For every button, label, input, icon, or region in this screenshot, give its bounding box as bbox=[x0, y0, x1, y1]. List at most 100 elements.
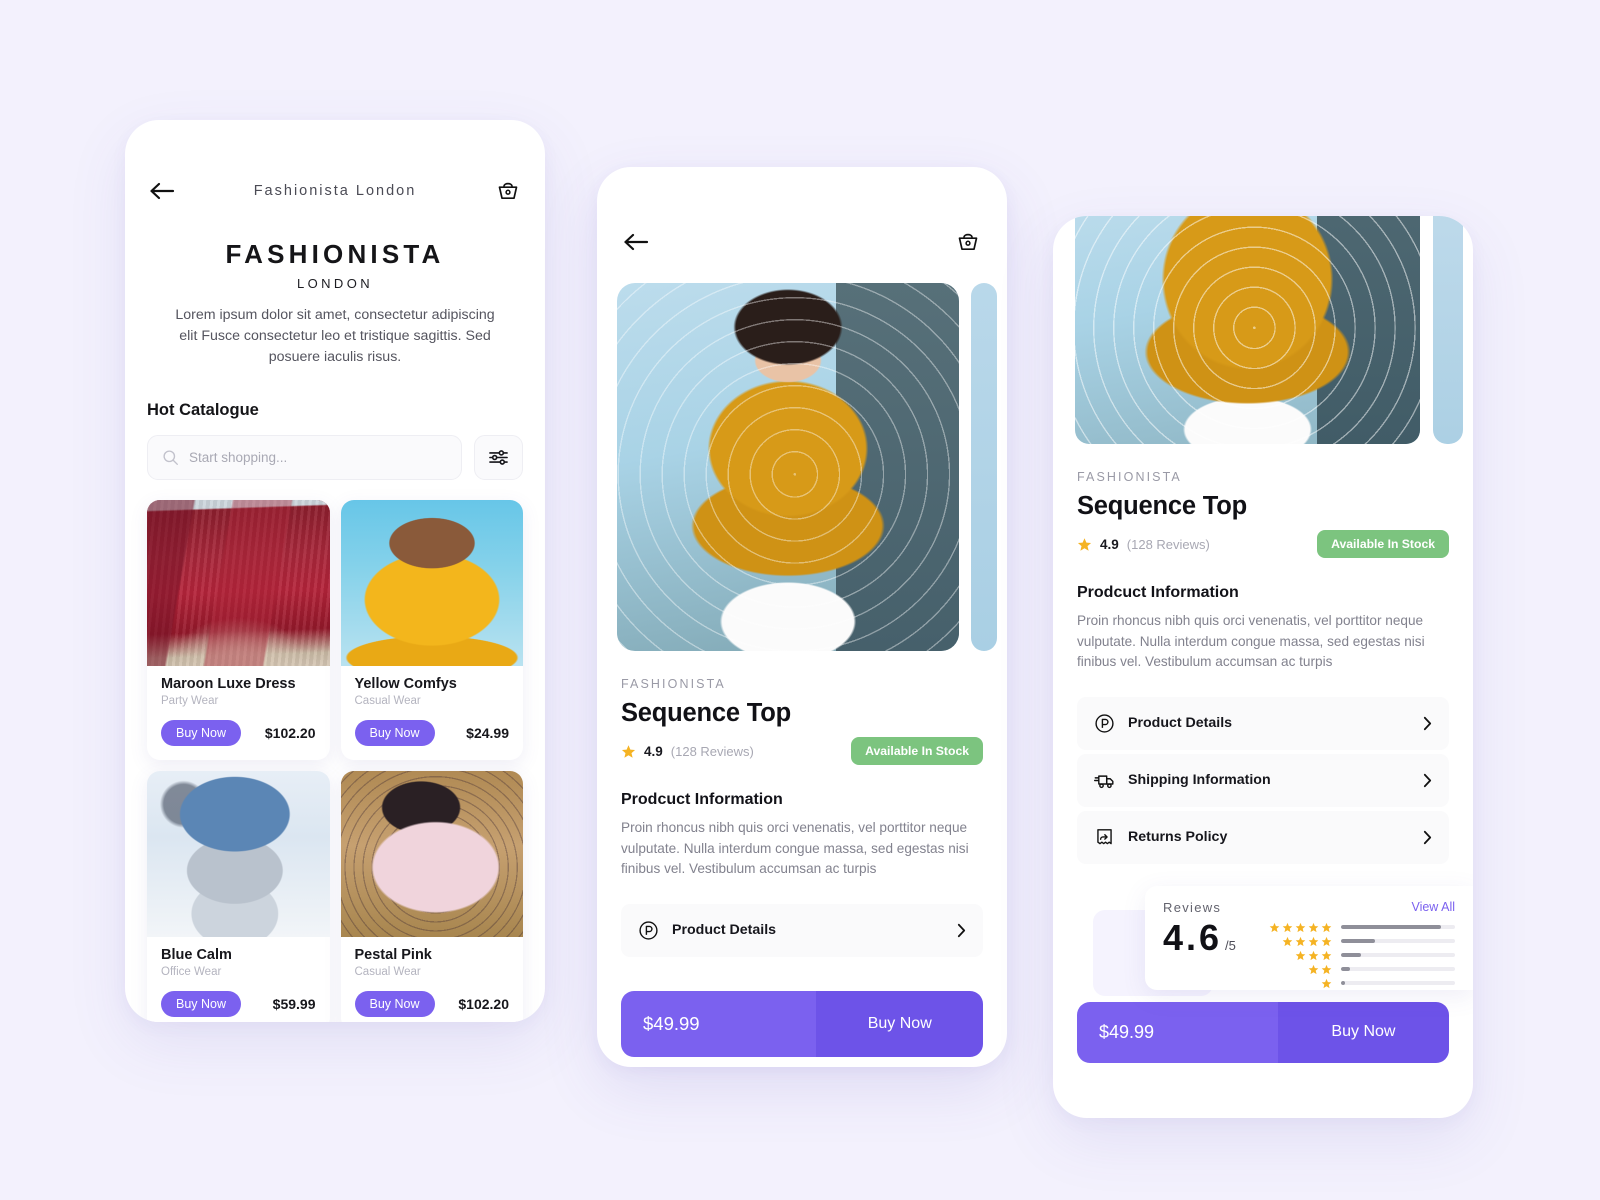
search-input[interactable] bbox=[189, 449, 447, 465]
rating-count: (128 Reviews) bbox=[670, 743, 754, 759]
product-card[interactable]: Maroon Luxe Dress Party Wear Buy Now $10… bbox=[147, 499, 330, 760]
phone-screen-product-detail: FASHIONISTA Sequence Top 4.9 (128 Review… bbox=[597, 167, 1007, 1067]
star-icon bbox=[1321, 950, 1332, 961]
filter-button[interactable] bbox=[474, 434, 523, 480]
reviews-bar-fill bbox=[1340, 939, 1376, 944]
product-title: Sequence Top bbox=[621, 699, 791, 727]
carousel-slide-next[interactable] bbox=[1433, 216, 1463, 444]
rating-value: 4.9 bbox=[1100, 536, 1119, 552]
accordion-label: Product Details bbox=[672, 922, 777, 939]
accordion-label: Product Details bbox=[1128, 715, 1233, 732]
basket-icon bbox=[958, 233, 978, 251]
reviews-breakdown bbox=[1254, 917, 1455, 989]
rating-value: 4.9 bbox=[644, 743, 663, 759]
screenshot-stage: Fashionista London FASHIONISTA LONDON Lo… bbox=[0, 0, 1600, 1200]
product-price: $102.20 bbox=[264, 724, 316, 741]
brand-name: FASHIONISTA bbox=[225, 239, 445, 269]
reviews-title: Reviews bbox=[1163, 899, 1222, 915]
reviews-bar-track bbox=[1340, 981, 1455, 986]
brand-city: LONDON bbox=[296, 276, 374, 291]
accordion-shipping-information[interactable]: Shipping Information bbox=[1077, 753, 1449, 807]
circled-p-icon bbox=[639, 921, 658, 940]
product-title: Sequence Top bbox=[1077, 492, 1247, 520]
buy-now-button[interactable]: Buy Now bbox=[161, 990, 242, 1017]
reviews-star-group bbox=[1254, 936, 1332, 947]
reviews-star-group bbox=[1254, 922, 1332, 933]
reviews-bar-fill bbox=[1340, 981, 1346, 986]
view-all-link[interactable]: View All bbox=[1411, 900, 1455, 914]
accordion-product-details[interactable]: Product Details bbox=[1077, 696, 1449, 750]
buy-now-button[interactable]: Buy Now bbox=[816, 990, 983, 1057]
product-name: Blue Calm bbox=[161, 946, 232, 963]
buy-bar[interactable]: $49.99 Buy Now bbox=[1077, 1001, 1449, 1063]
reviews-bar-track bbox=[1340, 925, 1455, 930]
fabric-pattern bbox=[1075, 216, 1420, 444]
buy-now-button[interactable]: Buy Now bbox=[354, 719, 435, 746]
status-badge: Available In Stock bbox=[851, 737, 983, 765]
cart-button[interactable] bbox=[953, 227, 983, 257]
reviews-card: Reviews View All 4.6 /5 bbox=[1145, 885, 1473, 990]
product-image-carousel[interactable] bbox=[597, 283, 1007, 651]
star-icon bbox=[1321, 922, 1332, 933]
carousel-slide-active[interactable] bbox=[1075, 216, 1420, 444]
chevron-right-icon bbox=[957, 923, 966, 938]
product-card[interactable]: Blue Calm Office Wear Buy Now $59.99 bbox=[147, 770, 330, 1022]
search-field[interactable] bbox=[147, 434, 462, 480]
reviews-breakdown-row bbox=[1254, 936, 1455, 947]
buy-bar[interactable]: $49.99 Buy Now bbox=[621, 990, 983, 1057]
back-button[interactable] bbox=[621, 227, 651, 257]
fabric-pattern bbox=[617, 283, 959, 651]
star-icon bbox=[1308, 964, 1319, 975]
reviews-star-group bbox=[1254, 964, 1332, 975]
phone1-topbar: Fashionista London bbox=[147, 176, 523, 206]
accordion-returns-policy[interactable]: Returns Policy bbox=[1077, 810, 1449, 864]
product-card[interactable]: Yellow Comfys Casual Wear Buy Now $24.99 bbox=[340, 499, 523, 760]
product-image-carousel[interactable] bbox=[1053, 216, 1473, 444]
reviews-star-group bbox=[1254, 978, 1332, 989]
buy-now-button[interactable]: Buy Now bbox=[354, 990, 435, 1017]
reviews-bar-fill bbox=[1340, 925, 1442, 930]
arrow-left-icon bbox=[624, 233, 649, 251]
product-category: Office Wear bbox=[161, 965, 222, 978]
star-icon bbox=[621, 744, 636, 758]
carousel-slide-next[interactable] bbox=[971, 283, 997, 651]
section-title-hot-catalogue: Hot Catalogue bbox=[147, 400, 259, 419]
product-price: $24.99 bbox=[466, 724, 509, 741]
cart-button[interactable] bbox=[493, 176, 523, 206]
star-icon bbox=[1308, 922, 1319, 933]
star-icon bbox=[1321, 964, 1332, 975]
product-price: $102.20 bbox=[458, 995, 509, 1012]
product-category: Party Wear bbox=[161, 694, 219, 707]
accordion-product-details[interactable]: Product Details bbox=[621, 903, 983, 957]
product-image bbox=[147, 770, 330, 937]
chevron-right-icon bbox=[1423, 773, 1432, 788]
sliders-icon bbox=[489, 449, 508, 465]
reviews-bar-fill bbox=[1340, 967, 1351, 972]
buy-now-button[interactable]: Buy Now bbox=[1277, 1001, 1449, 1063]
cta-price: $49.99 bbox=[621, 990, 817, 1057]
buy-now-button[interactable]: Buy Now bbox=[161, 719, 242, 746]
star-icon bbox=[1295, 922, 1306, 933]
chevron-right-icon bbox=[1423, 716, 1432, 731]
product-category: Casual Wear bbox=[354, 694, 421, 707]
back-button[interactable] bbox=[147, 176, 177, 206]
reviews-breakdown-row bbox=[1254, 950, 1455, 961]
accordion-list: Product Details Shipping Information Ret… bbox=[1077, 696, 1449, 864]
product-name: Yellow Comfys bbox=[354, 675, 457, 692]
product-image bbox=[340, 770, 523, 937]
product-name: Pestal Pink bbox=[354, 946, 432, 963]
chevron-right-icon bbox=[1423, 830, 1432, 845]
rating-row: 4.9 (128 Reviews) Available In Stock bbox=[1077, 530, 1449, 558]
carousel-slide-active[interactable] bbox=[617, 283, 959, 651]
reviews-breakdown-row bbox=[1254, 964, 1455, 975]
accordion-label: Returns Policy bbox=[1128, 829, 1228, 846]
star-icon bbox=[1321, 936, 1332, 947]
rating-row: 4.9 (128 Reviews) Available In Stock bbox=[621, 737, 983, 765]
star-icon bbox=[1077, 537, 1092, 551]
star-icon bbox=[1295, 936, 1306, 947]
status-badge: Available In Stock bbox=[1317, 530, 1449, 558]
product-card[interactable]: Pestal Pink Casual Wear Buy Now $102.20 bbox=[340, 770, 523, 1022]
star-icon bbox=[1282, 922, 1293, 933]
product-brand: FASHIONISTA bbox=[621, 677, 726, 691]
reviews-bar-fill bbox=[1340, 953, 1362, 958]
